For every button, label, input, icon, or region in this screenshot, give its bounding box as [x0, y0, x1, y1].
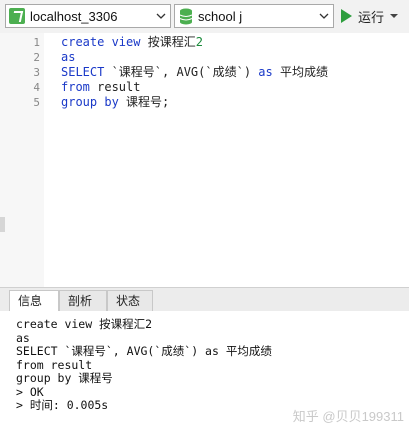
- code-token: group by: [61, 95, 127, 109]
- database-select[interactable]: school j: [174, 4, 334, 28]
- output-line: as: [16, 330, 30, 345]
- line-number-gutter: 1 2 3 4 5: [0, 33, 44, 287]
- connection-select[interactable]: localhost_3306: [5, 4, 171, 28]
- output-line: group by 课程号: [16, 371, 113, 385]
- message-output: create view 按课程汇2 as SELECT `课程号`, AVG(`…: [0, 311, 409, 435]
- tab-status[interactable]: 状态: [107, 290, 153, 312]
- line-number: 5: [33, 96, 40, 109]
- line-number: 4: [33, 81, 40, 94]
- connection-icon: [9, 8, 25, 24]
- chevron-down-icon[interactable]: [315, 5, 333, 27]
- tab-profile[interactable]: 剖析: [59, 290, 107, 312]
- output-line: > 时间: 0.005s: [16, 398, 109, 412]
- connection-label: localhost_3306: [30, 8, 118, 24]
- tab-info[interactable]: 信息: [9, 290, 59, 313]
- database-label: school j: [198, 8, 243, 24]
- code-token: 2: [195, 35, 203, 49]
- code-line[interactable]: create view 按课程汇2: [61, 35, 328, 50]
- run-label: 运行: [358, 9, 385, 25]
- code-token: 平均成绩: [279, 65, 328, 79]
- output-line: create view 按课程汇2: [16, 317, 153, 331]
- code-line[interactable]: SELECT `课程号`, AVG(`成绩`) as 平均成绩: [61, 65, 328, 80]
- result-tabs: 信息 剖析 状态: [0, 287, 409, 313]
- database-icon: [179, 8, 193, 24]
- code-token: from: [61, 80, 98, 94]
- output-line: from result: [16, 357, 93, 372]
- code-token: as: [258, 65, 280, 79]
- code-token: result: [97, 80, 141, 94]
- code-token: `课程号`, AVG(`成绩`): [111, 65, 259, 79]
- code-token: as: [61, 50, 76, 64]
- chevron-down-icon[interactable]: [152, 5, 170, 27]
- line-number: 3: [33, 66, 40, 79]
- toolbar: localhost_3306 school j 运行: [0, 0, 409, 33]
- output-line: > OK: [16, 384, 44, 399]
- code-token: create view: [61, 35, 148, 49]
- caret-down-icon[interactable]: [390, 14, 399, 18]
- output-line: SELECT `课程号`, AVG(`成绩`) as 平均成绩: [16, 344, 272, 358]
- watermark: 知乎 @贝贝199311: [292, 409, 404, 424]
- code-content[interactable]: create view 按课程汇2 as SELECT `课程号`, AVG(`成绩…: [61, 35, 328, 110]
- code-line[interactable]: as: [61, 50, 328, 65]
- scroll-marker: [0, 217, 5, 232]
- sql-editor[interactable]: 1 2 3 4 5 create view 按课程汇2 as SELECT `课程号…: [0, 33, 409, 287]
- code-token: 按课程汇: [147, 35, 196, 49]
- play-icon: [341, 9, 352, 23]
- code-token: 课程号;: [126, 95, 170, 109]
- code-line[interactable]: from result: [61, 80, 328, 95]
- line-number: 1: [33, 36, 40, 49]
- code-token: SELECT: [61, 65, 112, 79]
- line-number: 2: [33, 51, 40, 64]
- code-line[interactable]: group by 课程号;: [61, 95, 328, 110]
- run-button[interactable]: 运行: [341, 4, 399, 28]
